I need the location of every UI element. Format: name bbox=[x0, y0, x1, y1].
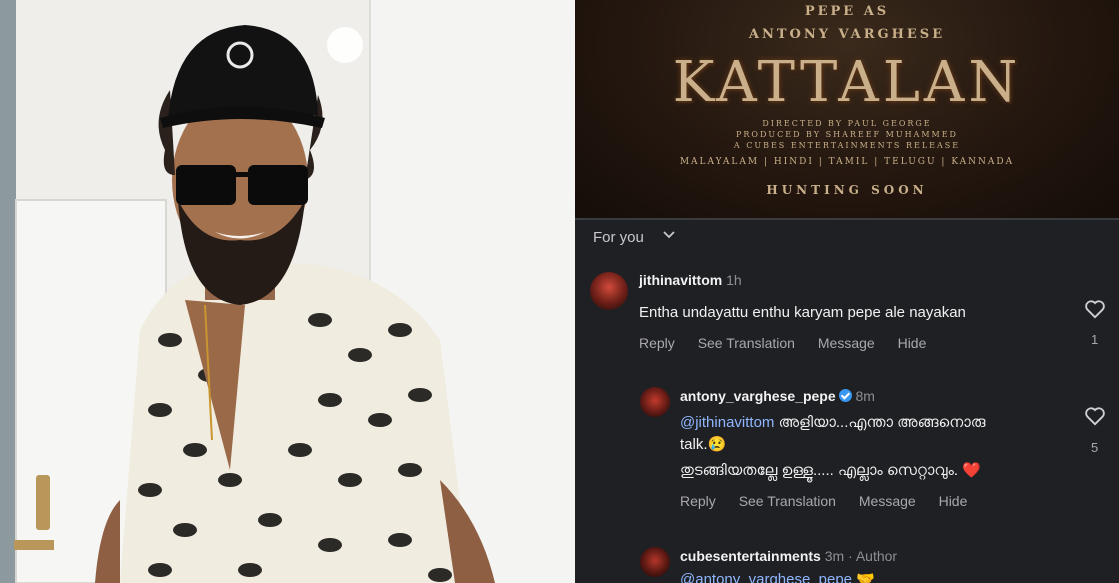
heart-icon[interactable] bbox=[1084, 406, 1106, 426]
reply-username-link[interactable]: cubesentertainments 3m · Author bbox=[680, 548, 897, 564]
reply-button[interactable]: Reply bbox=[680, 493, 716, 509]
reply-button[interactable]: Reply bbox=[639, 335, 675, 351]
comments-panel: For you jithinavittom 1h Entha undayattu… bbox=[575, 218, 1119, 583]
reply-mention[interactable]: @antony_varghese_pepe bbox=[680, 571, 852, 583]
heart-icon[interactable] bbox=[1084, 299, 1106, 319]
reply-mention[interactable]: @jithinavittom bbox=[680, 414, 774, 431]
poster-credit-producer: PRODUCED BY SHAREEF MUHAMMED bbox=[736, 130, 958, 139]
crying-emoji: 😢 bbox=[707, 436, 727, 453]
reply-username-link[interactable]: antony_varghese_pepe 8m bbox=[680, 388, 875, 404]
chevron-down-icon[interactable] bbox=[662, 227, 676, 241]
comment-text: Entha undayattu enthu karyam pepe ale na… bbox=[639, 304, 966, 321]
reply-username: antony_varghese_pepe bbox=[680, 388, 836, 404]
like-count: 1 bbox=[1091, 332, 1099, 347]
reply-time: 3m bbox=[824, 548, 845, 564]
see-translation-button[interactable]: See Translation bbox=[739, 493, 836, 509]
heart-emoji: ❤️ bbox=[962, 462, 981, 479]
poster-top-line: PEPE AS bbox=[804, 4, 890, 19]
reply-text-line2: talk.😢 bbox=[680, 435, 726, 453]
avatar[interactable] bbox=[640, 547, 670, 577]
hide-button[interactable]: Hide bbox=[939, 493, 968, 509]
poster-credit-release: A CUBES ENTERTAINMENTS RELEASE bbox=[733, 141, 961, 150]
movie-poster: PEPE AS ANTONY VARGHESE KATTALAN DIRECTE… bbox=[575, 0, 1119, 218]
verified-badge-icon bbox=[838, 389, 852, 402]
message-button[interactable]: Message bbox=[859, 493, 916, 509]
reply-username: cubesentertainments bbox=[680, 548, 821, 564]
reply-text-line3: തുടങ്ങിയതല്ലേ ഉള്ളൂ..... എല്ലാം സെറ്റാവു… bbox=[680, 461, 981, 479]
feed-filter-dropdown[interactable]: For you bbox=[593, 229, 644, 246]
comment-username-link[interactable]: jithinavittom 1h bbox=[639, 272, 742, 288]
poster-coming: HUNTING SOON bbox=[766, 183, 928, 197]
man-in-cap-photo bbox=[0, 0, 575, 583]
comment-username: jithinavittom bbox=[639, 272, 723, 288]
author-label: Author bbox=[855, 548, 898, 564]
reply-time: 8m bbox=[855, 388, 875, 404]
poster-actor: ANTONY VARGHESE bbox=[748, 27, 946, 42]
reply-line3: തുടങ്ങിയതല്ലേ ഉള്ളൂ..... എല്ലാം സെറ്റാവു… bbox=[680, 462, 959, 479]
see-translation-button[interactable]: See Translation bbox=[698, 335, 795, 351]
poster-languages: MALAYALAM | HINDI | TAMIL | TELUGU | KAN… bbox=[679, 157, 1015, 167]
reply-actions: Reply See Translation Message Hide bbox=[680, 493, 986, 509]
reply-text-line1: @jithinavittom അളിയാ...എന്താ അങ്ങനൊരു bbox=[680, 414, 985, 431]
reply-text-line1: @antony_varghese_pepe 🤝 bbox=[680, 570, 875, 583]
comment-time: 1h bbox=[726, 272, 742, 288]
hide-button[interactable]: Hide bbox=[898, 335, 927, 351]
reply-line1-rest: അളിയാ...എന്താ അങ്ങനൊരു bbox=[774, 414, 986, 431]
avatar[interactable] bbox=[590, 272, 628, 310]
handshake-emoji: 🤝 bbox=[856, 571, 875, 583]
reply-line2: talk. bbox=[680, 436, 708, 453]
message-button[interactable]: Message bbox=[818, 335, 875, 351]
comment-actions: Reply See Translation Message Hide bbox=[639, 335, 945, 351]
avatar[interactable] bbox=[640, 387, 670, 417]
photo-panel bbox=[0, 0, 575, 583]
poster-credits: DIRECTED BY PAUL GEORGE PRODUCED BY SHAR… bbox=[575, 118, 1119, 151]
feed-filter-label: For you bbox=[593, 229, 644, 246]
poster-title: KATTALAN bbox=[672, 50, 1022, 115]
poster-credit-director: DIRECTED BY PAUL GEORGE bbox=[762, 119, 932, 128]
like-count: 5 bbox=[1091, 440, 1099, 455]
